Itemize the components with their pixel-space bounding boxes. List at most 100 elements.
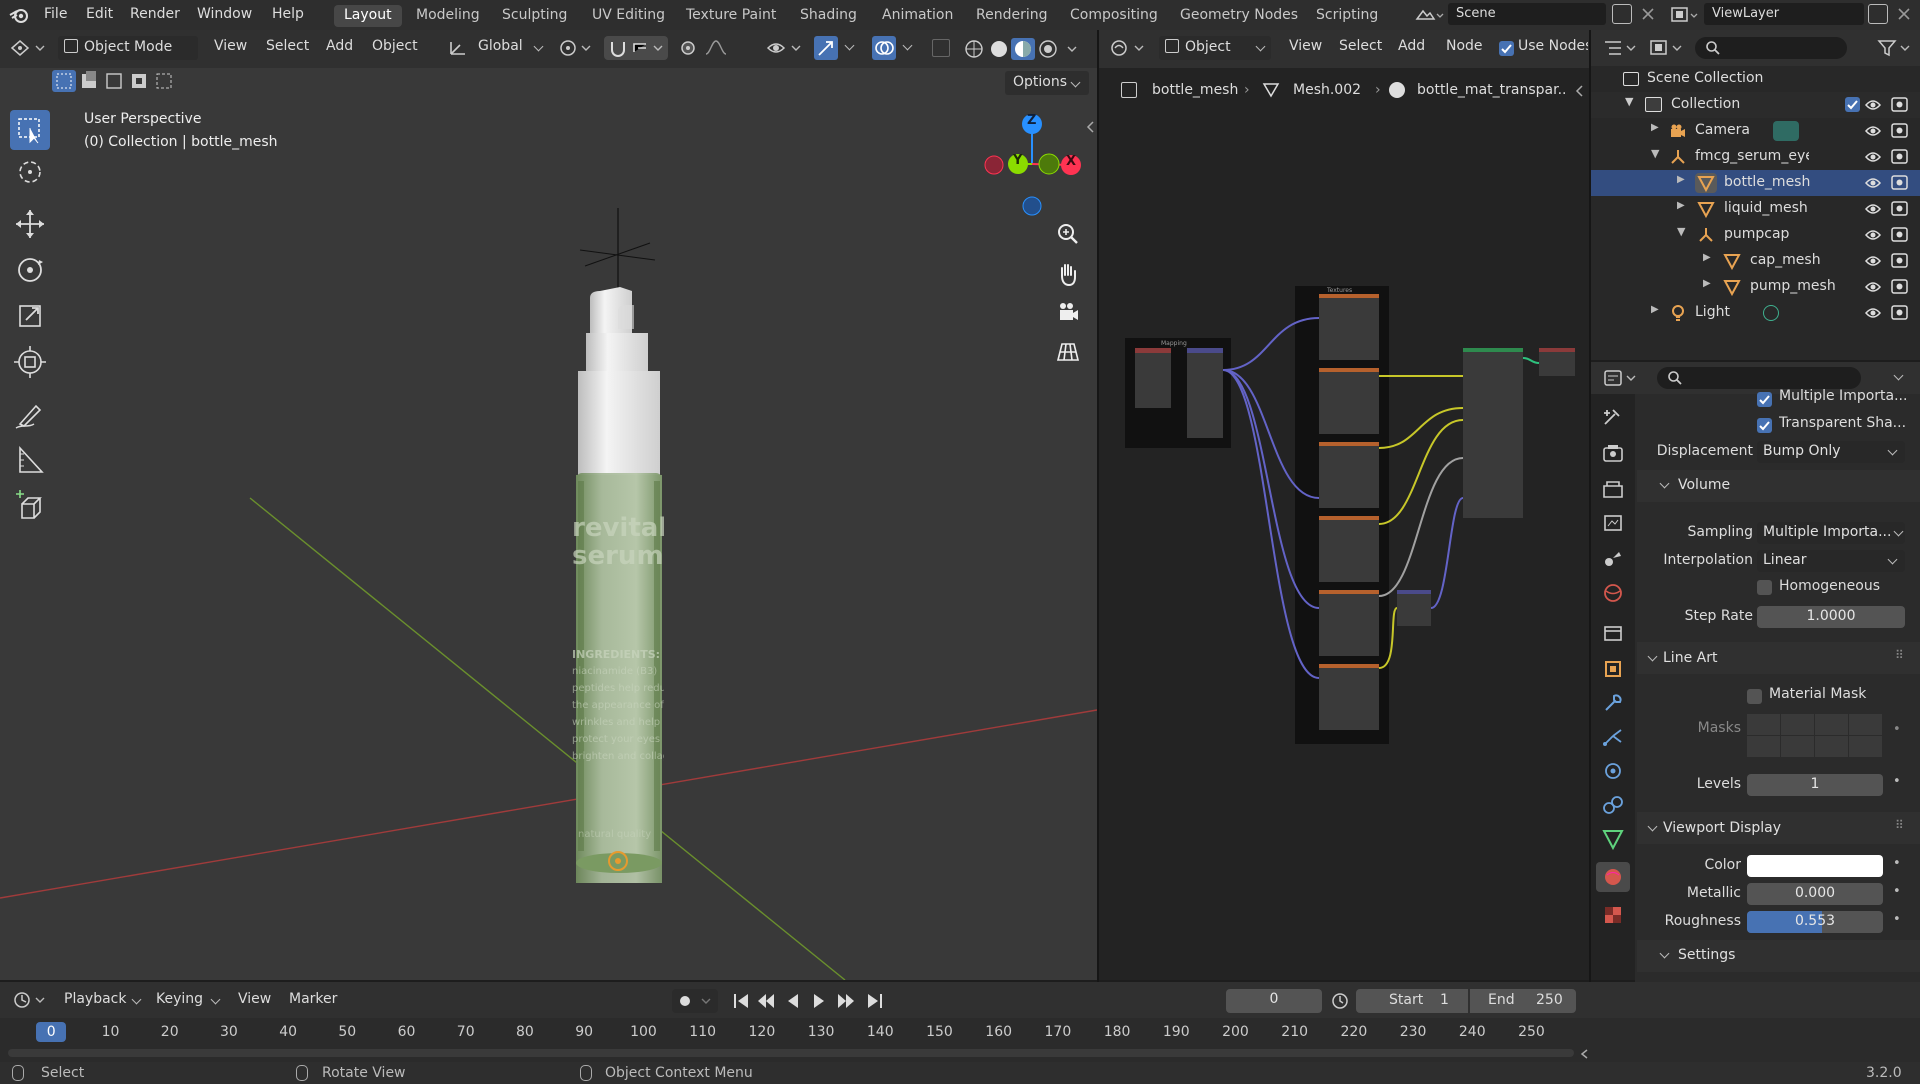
camera-data-icon[interactable]: [1773, 121, 1799, 141]
transform-tool[interactable]: [10, 342, 50, 382]
viewport-menu-select[interactable]: Select: [266, 38, 309, 54]
orientation-dropdown[interactable]: Global: [478, 38, 523, 54]
timeline-collapse-icon[interactable]: [1580, 1048, 1590, 1060]
proportional-editing-icon[interactable]: [676, 36, 736, 60]
delete-viewlayer-icon[interactable]: [1896, 6, 1912, 22]
filter-icon[interactable]: [1877, 38, 1913, 58]
levels-field[interactable]: 1: [1747, 774, 1883, 796]
properties-search-input[interactable]: [1657, 367, 1861, 389]
node-menu-select[interactable]: Select: [1339, 38, 1382, 54]
sampling-dropdown[interactable]: Multiple Importa...: [1757, 522, 1905, 544]
outliner-editor-type-icon[interactable]: [1603, 38, 1639, 58]
multiple-importance-checkbox[interactable]: [1757, 392, 1772, 407]
collapse-icon[interactable]: ▼: [1651, 147, 1659, 160]
keyframe-dot-icon[interactable]: •: [1893, 884, 1901, 899]
keyframe-dot-icon[interactable]: •: [1893, 912, 1901, 927]
node-menu-view[interactable]: View: [1289, 38, 1322, 54]
display-mode-icon[interactable]: [1649, 38, 1685, 58]
preview-range-icon[interactable]: [1330, 991, 1350, 1011]
metallic-field[interactable]: 0.000: [1747, 883, 1883, 905]
outliner-search-input[interactable]: [1695, 37, 1847, 59]
menu-edit[interactable]: Edit: [86, 6, 113, 22]
viewlayer-icon[interactable]: [1670, 5, 1700, 25]
tab-scripting[interactable]: Scripting: [1306, 5, 1388, 27]
world-tab-icon[interactable]: [1601, 582, 1625, 604]
expand-icon[interactable]: ▶: [1651, 304, 1659, 315]
drag-handle-icon[interactable]: ⠿: [1895, 648, 1904, 662]
annotate-tool[interactable]: [10, 394, 50, 434]
keyframe-dot-icon[interactable]: •: [1893, 722, 1901, 737]
scale-tool[interactable]: [10, 296, 50, 336]
displacement-dropdown[interactable]: Bump Only: [1757, 441, 1905, 463]
shader-type-dropdown[interactable]: Object: [1159, 36, 1271, 60]
playback-menu[interactable]: Playback: [64, 991, 126, 1007]
auto-keying-toggle[interactable]: [672, 989, 718, 1013]
measure-tool[interactable]: [10, 440, 50, 480]
add-cube-tool[interactable]: [10, 488, 50, 528]
object-tab-icon[interactable]: [1601, 658, 1625, 680]
tab-texture-paint[interactable]: Texture Paint: [676, 5, 786, 27]
end-frame-field[interactable]: End 250: [1470, 989, 1576, 1013]
tab-shading[interactable]: Shading: [790, 5, 867, 27]
timeline[interactable]: Playback Keying View Marker 0 Start 1 En…: [0, 982, 1920, 1062]
pan-hand-icon[interactable]: [1052, 258, 1084, 290]
render-tab-icon[interactable]: [1601, 442, 1625, 464]
viewlayer-field[interactable]: ViewLayer: [1704, 3, 1864, 25]
menu-window[interactable]: Window: [197, 6, 252, 22]
tab-compositing[interactable]: Compositing: [1060, 5, 1168, 27]
select-box-tool[interactable]: [10, 110, 50, 150]
transparent-shadows-checkbox[interactable]: [1757, 418, 1772, 433]
step-rate-field[interactable]: 1.0000: [1757, 606, 1905, 628]
expand-icon[interactable]: ▶: [1703, 252, 1711, 263]
camera-view-icon[interactable]: [1052, 296, 1084, 328]
outliner-row-scene-collection[interactable]: Scene Collection: [1591, 66, 1920, 92]
constraints-tab-icon[interactable]: [1601, 794, 1625, 816]
tab-uv-editing[interactable]: UV Editing: [582, 5, 675, 27]
move-tool[interactable]: [10, 204, 50, 244]
marker-menu[interactable]: Marker: [289, 991, 337, 1007]
exclude-checkbox[interactable]: [1845, 97, 1860, 112]
keying-menu[interactable]: Keying: [156, 991, 203, 1007]
viewport-color-swatch[interactable]: [1747, 855, 1883, 877]
use-nodes-checkbox[interactable]: [1499, 41, 1514, 56]
light-data-icon[interactable]: [1763, 305, 1779, 321]
viewport-menu-object[interactable]: Object: [372, 38, 418, 54]
node-graph[interactable]: [1099, 68, 1589, 980]
overlays-chevron-icon[interactable]: [902, 40, 913, 51]
expand-icon[interactable]: ▶: [1677, 200, 1685, 211]
bottle-model[interactable]: revitaliz serum. INGREDIENTS: niacinamid…: [560, 263, 680, 883]
material-tab-icon[interactable]: [1596, 862, 1630, 892]
xray-toggle-icon[interactable]: [932, 39, 950, 57]
physics-tab-icon[interactable]: [1601, 760, 1625, 782]
menu-file[interactable]: File: [44, 6, 67, 22]
texture-tab-icon[interactable]: [1601, 904, 1625, 926]
tab-modeling[interactable]: Modeling: [406, 5, 490, 27]
tab-animation[interactable]: Animation: [872, 5, 963, 27]
tab-rendering[interactable]: Rendering: [966, 5, 1058, 27]
cursor-tool[interactable]: [10, 152, 50, 192]
visibility-selectability-icon[interactable]: [766, 38, 806, 58]
tab-sculpting[interactable]: Sculpting: [492, 5, 577, 27]
zoom-icon[interactable]: [1052, 218, 1084, 250]
collection-tab-icon[interactable]: [1601, 622, 1625, 644]
tab-geometry-nodes[interactable]: Geometry Nodes: [1170, 5, 1308, 27]
timeline-scrollbar[interactable]: [8, 1049, 1574, 1057]
snap-toggle[interactable]: [604, 36, 668, 60]
new-scene-icon[interactable]: [1612, 4, 1632, 24]
menu-help[interactable]: Help: [272, 6, 304, 22]
view-layer-tab-icon[interactable]: [1601, 512, 1625, 534]
rotate-tool[interactable]: [10, 250, 50, 290]
3d-viewport[interactable]: User Perspective (0) Collection | bottle…: [0, 68, 1097, 980]
scene-tab-icon[interactable]: [1601, 548, 1625, 570]
keyframe-dot-icon[interactable]: •: [1893, 774, 1901, 789]
tab-layout[interactable]: Layout: [334, 5, 402, 27]
gizmo-chevron-icon[interactable]: [844, 40, 855, 51]
visibility-toggles[interactable]: [1863, 92, 1913, 326]
viewport-menu-view[interactable]: View: [214, 38, 247, 54]
interpolation-dropdown[interactable]: Linear: [1757, 550, 1905, 572]
expand-icon[interactable]: ▶: [1677, 174, 1685, 185]
node-menu-add[interactable]: Add: [1398, 38, 1425, 54]
timeline-editor-type-icon[interactable]: [12, 990, 48, 1010]
data-tab-icon[interactable]: [1601, 828, 1625, 850]
properties-editor[interactable]: Multiple Importa... Transparent Sha... D…: [1591, 362, 1920, 980]
